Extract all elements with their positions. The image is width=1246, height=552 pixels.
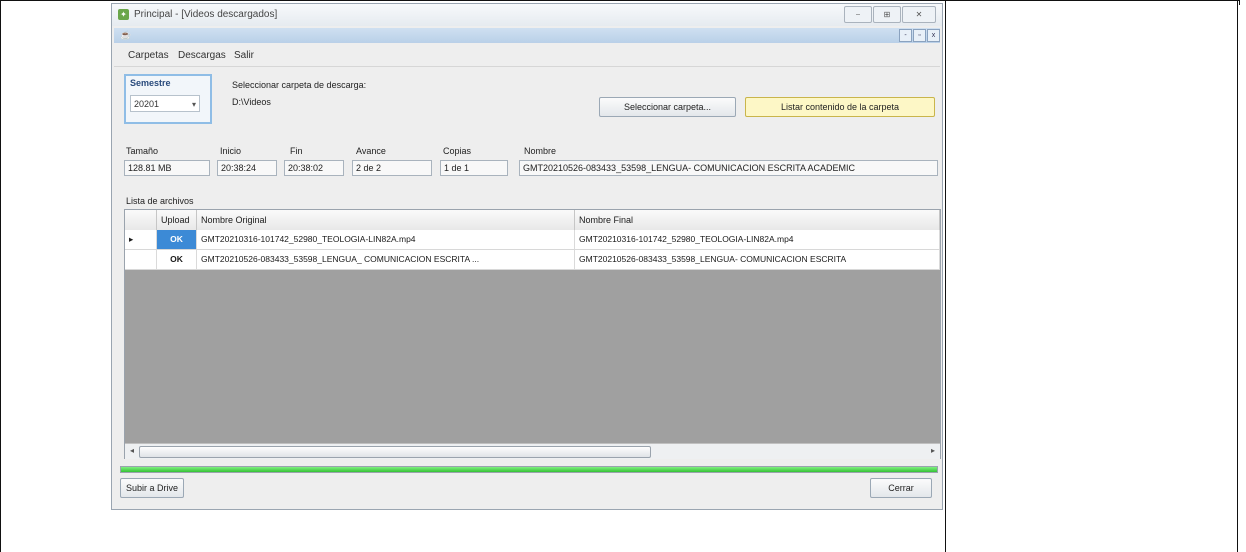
window-title: Principal - [Videos descargados] xyxy=(134,9,278,20)
scroll-right-icon[interactable]: ▸ xyxy=(927,445,939,457)
inicio-field: 20:38:24 xyxy=(217,160,277,176)
maximize-button[interactable]: ⊞ xyxy=(873,6,901,23)
minimize-button[interactable]: ⎯ xyxy=(844,6,872,23)
list-folder-contents-button[interactable]: Listar contenido de la carpeta xyxy=(745,97,935,117)
menu-bar: Carpetas Descargas Salir xyxy=(114,46,940,67)
title-bar[interactable]: ✦ Principal - [Videos descargados] ⎯ ⊞ ✕ xyxy=(112,4,942,26)
upload-drive-button[interactable]: Subir a Drive xyxy=(120,478,184,498)
menu-carpetas[interactable]: Carpetas xyxy=(128,50,169,61)
download-folder-path: D:\Videos xyxy=(232,97,271,107)
app-icon: ✦ xyxy=(118,9,129,20)
tamano-field: 128.81 MB xyxy=(124,160,210,176)
nombre-field: GMT20210526-083433_53598_LENGUA- COMUNIC… xyxy=(519,160,938,176)
semestre-value: 20201 xyxy=(134,99,160,109)
column-header-marker xyxy=(125,210,157,230)
row-marker: ▸ xyxy=(125,230,157,249)
nombre-label: Nombre xyxy=(524,146,557,156)
inicio-label: Inicio xyxy=(220,146,242,156)
tamano-label: Tamaño xyxy=(126,146,159,156)
semestre-label: Semestre xyxy=(130,78,171,88)
semestre-select[interactable]: 20201 ▾ xyxy=(130,95,200,112)
scroll-left-icon[interactable]: ◂ xyxy=(126,445,138,457)
java-icon: ☕ xyxy=(120,30,132,40)
original-name-cell[interactable]: GMT20210526-083433_53598_LENGUA_ COMUNIC… xyxy=(197,250,575,269)
inner-restore-button[interactable]: ▫ xyxy=(913,29,926,42)
avance-field: 2 de 2 xyxy=(352,160,432,176)
file-list-table: Upload Nombre Original Nombre Final ▸ OK… xyxy=(124,209,941,459)
row-marker xyxy=(125,250,157,269)
progress-fill xyxy=(121,467,937,472)
select-folder-button[interactable]: Seleccionar carpeta... xyxy=(599,97,736,117)
menu-descargas[interactable]: Descargas xyxy=(178,50,226,61)
table-row[interactable]: OK GMT20210526-083433_53598_LENGUA_ COMU… xyxy=(125,250,940,270)
close-window-button[interactable]: ✕ xyxy=(902,6,936,23)
column-header-original-name[interactable]: Nombre Original xyxy=(197,210,575,230)
fin-label: Fin xyxy=(290,146,303,156)
inner-minimize-button[interactable]: - xyxy=(899,29,912,42)
semestre-panel: Semestre 20201 ▾ xyxy=(124,74,212,124)
chevron-down-icon: ▾ xyxy=(191,100,196,109)
original-name-cell[interactable]: GMT20210316-101742_52980_TEOLOGIA-LIN82A… xyxy=(197,230,575,249)
file-list-label: Lista de archivos xyxy=(126,196,194,206)
frame-line xyxy=(1237,0,1238,552)
column-header-final-name[interactable]: Nombre Final xyxy=(575,210,940,230)
copias-field: 1 de 1 xyxy=(440,160,508,176)
progress-bar xyxy=(120,466,938,473)
inner-close-button[interactable]: x xyxy=(927,29,940,42)
menu-salir[interactable]: Salir xyxy=(234,50,254,61)
table-header: Upload Nombre Original Nombre Final xyxy=(125,210,940,231)
main-window: ✦ Principal - [Videos descargados] ⎯ ⊞ ✕… xyxy=(111,3,943,510)
upload-status-cell[interactable]: OK xyxy=(157,250,197,269)
frame-line xyxy=(945,0,946,552)
frame-line xyxy=(0,0,1,552)
close-button[interactable]: Cerrar xyxy=(870,478,932,498)
final-name-cell[interactable]: GMT20210316-101742_52980_TEOLOGIA-LIN82A… xyxy=(575,230,940,249)
column-header-upload[interactable]: Upload xyxy=(157,210,197,230)
inner-frame-bar: ☕ - ▫ x xyxy=(114,28,940,43)
table-row[interactable]: ▸ OK GMT20210316-101742_52980_TEOLOGIA-L… xyxy=(125,230,940,250)
horizontal-scrollbar[interactable]: ◂ ▸ xyxy=(125,443,940,459)
scrollbar-thumb[interactable] xyxy=(139,446,651,458)
copias-label: Copias xyxy=(443,146,472,156)
upload-status-cell[interactable]: OK xyxy=(157,230,197,249)
avance-label: Avance xyxy=(356,146,386,156)
final-name-cell[interactable]: GMT20210526-083433_53598_LENGUA- COMUNIC… xyxy=(575,250,940,269)
fin-field: 20:38:02 xyxy=(284,160,344,176)
download-folder-label: Seleccionar carpeta de descarga: xyxy=(232,80,367,90)
